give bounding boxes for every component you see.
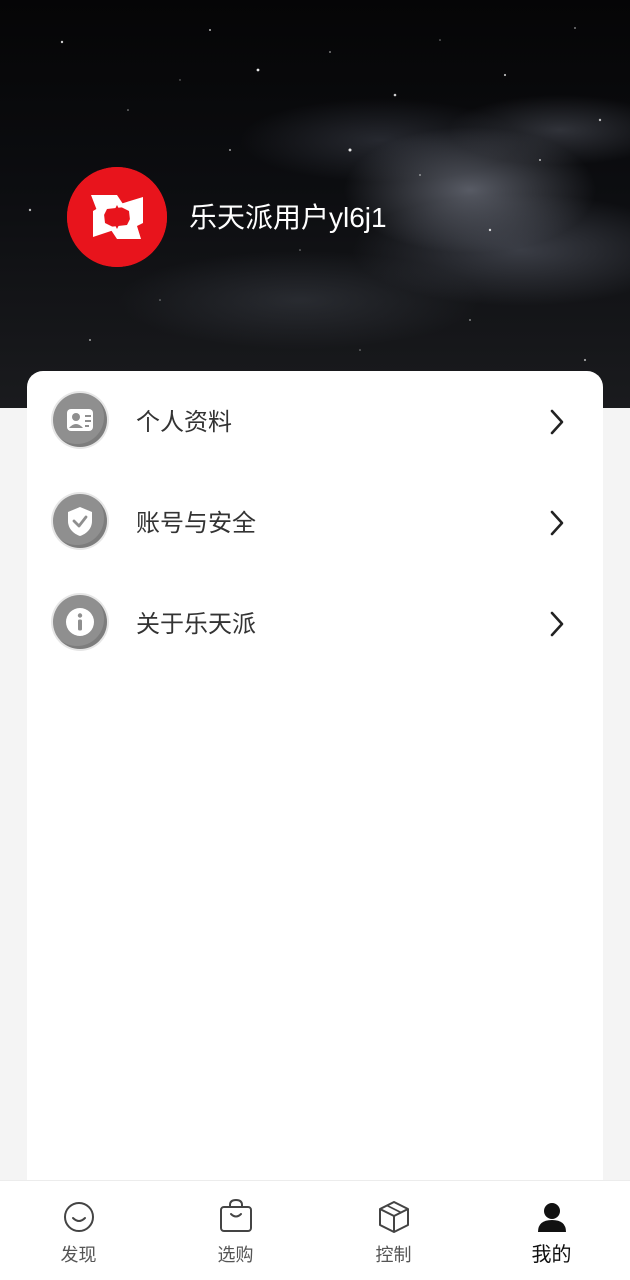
menu-item-label: 关于乐天派 <box>136 610 256 638</box>
chevron-right-icon <box>550 510 564 536</box>
bottom-nav: 发现 选购 控制 我的 <box>0 1180 630 1280</box>
chevron-right-icon <box>550 409 564 435</box>
nav-tab-control[interactable]: 控制 <box>315 1181 472 1280</box>
profile-page: 乐天派用户yl6j1 个人资料 账号与安全 关于乐天派 发现 选购 控制 我的 <box>0 0 630 1280</box>
nav-tab-discover[interactable]: 发现 <box>0 1181 157 1280</box>
nav-label: 发现 <box>60 1245 97 1266</box>
menu-card: 个人资料 账号与安全 关于乐天派 <box>27 371 603 1201</box>
username[interactable]: 乐天派用户yl6j1 <box>189 198 387 238</box>
nav-label: 选购 <box>217 1245 254 1266</box>
nav-tab-mine[interactable]: 我的 <box>473 1181 630 1280</box>
menu-item-profile[interactable]: 个人资料 <box>27 371 603 473</box>
menu-item-label: 账号与安全 <box>136 509 256 537</box>
nav-label: 我的 <box>531 1242 572 1266</box>
avatar[interactable] <box>67 167 167 267</box>
menu-item-account-security[interactable]: 账号与安全 <box>27 472 603 574</box>
pinwheel-logo-icon <box>67 167 167 267</box>
person-icon <box>532 1197 572 1237</box>
shopping-bag-icon <box>216 1197 256 1237</box>
profile-card-icon <box>53 393 107 447</box>
profile-header: 乐天派用户yl6j1 <box>0 0 630 408</box>
smile-icon <box>59 1197 99 1237</box>
nav-tab-shop[interactable]: 选购 <box>157 1181 314 1280</box>
shield-check-icon <box>53 494 107 548</box>
info-icon <box>53 595 107 649</box>
cube-icon <box>374 1197 414 1237</box>
chevron-right-icon <box>550 611 564 637</box>
menu-item-about[interactable]: 关于乐天派 <box>27 573 603 675</box>
nav-label: 控制 <box>375 1245 412 1266</box>
menu-item-label: 个人资料 <box>136 408 232 436</box>
